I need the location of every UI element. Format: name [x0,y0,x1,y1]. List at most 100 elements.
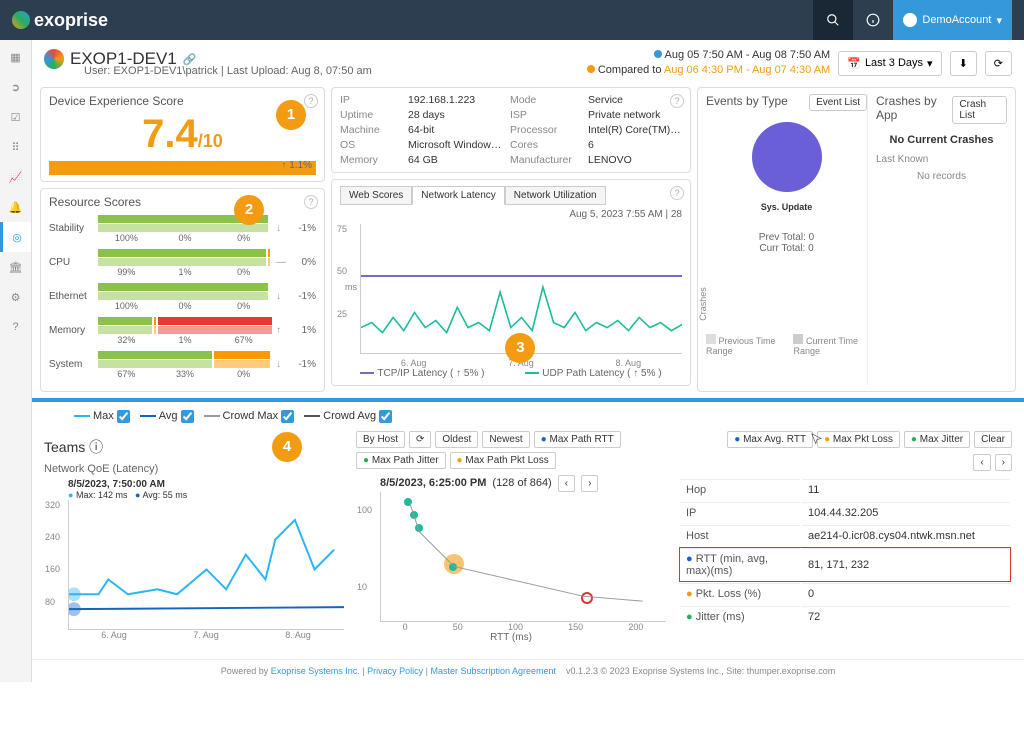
xtick: 6. Aug [101,630,127,640]
filter-avgrtt[interactable]: ● Max Avg. RTT [727,431,813,448]
res-bar [98,326,152,334]
nav-chart[interactable]: 📈 [0,162,31,192]
check-avg[interactable] [181,410,194,423]
nav-apps[interactable]: ⠿ [0,132,31,162]
no-records: No records [876,171,1007,182]
legend-tcp[interactable]: TCP/IP Latency ( ↑ 5% ) [360,368,484,379]
res-val: 32% [98,335,155,345]
filter-jitter2[interactable]: ● Max Jitter [904,431,970,448]
event-list-button[interactable]: Event List [809,94,867,111]
nav-check[interactable]: ☑ [0,102,31,132]
xtick: 0 [403,622,408,632]
events-pie[interactable] [752,122,822,192]
res-bar [98,360,212,368]
filter-rtt[interactable]: ● Max Path RTT [534,431,621,448]
footer-link[interactable]: Exoprise Systems Inc. [271,666,360,676]
bottom-section: Max Avg Crowd Max Crowd Avg Teams ⓘ 4 Ne… [32,398,1024,651]
path-scatter[interactable]: 100 10 [380,492,666,622]
filter-pktloss[interactable]: ● Max Pkt Loss [817,431,900,448]
pie-label: Sys. Update [706,202,867,212]
tcp-line [361,275,682,277]
res-label: Ethernet [49,291,94,302]
info-button[interactable] [853,0,893,40]
filter-loss[interactable]: ● Max Path Pkt Loss [450,452,556,469]
link-icon[interactable]: 🔗 [183,53,197,66]
nav-arrow[interactable]: ➲ [0,72,31,102]
legend-udp[interactable]: UDP Path Latency ( ↑ 5% ) [525,368,661,379]
crash-list-button[interactable]: Crash List [952,96,1007,124]
newest-button[interactable]: Newest [482,431,529,448]
hop-prev[interactable]: ‹ [973,454,990,471]
res-val: 0% [157,233,214,243]
val-loss: 0 [802,583,1010,604]
val-ip: 104.44.32.205 [802,502,1010,523]
label: Host [680,525,800,546]
help-icon[interactable]: ? [304,94,318,108]
hop-detail-table: Hop11 IP104.44.32.205 Hostae214-0.icr08.… [678,477,1012,629]
nav-bell[interactable]: 🔔 [0,192,31,222]
xtick: 8. Aug [616,358,642,368]
nav-gear[interactable]: ⚙ [0,282,31,312]
nav-grid[interactable]: ▦ [0,42,31,72]
curr-total: Curr Total: 0 [706,243,867,254]
res-val: 67% [215,335,272,345]
res-bar [158,317,272,325]
byhost-button[interactable]: By Host [356,431,405,448]
user-menu[interactable]: DemoAccount ▾ [893,0,1012,40]
res-bar [98,317,152,325]
trend-arrow: ↓ [276,291,288,302]
hop-next[interactable]: › [995,454,1012,471]
events-panel: Events by Type Event List Sys. Update Pr… [697,87,1016,392]
res-bar [214,351,270,359]
help-icon[interactable]: ? [304,195,318,209]
check-max[interactable] [117,410,130,423]
qoe-subtitle: Network QoE (Latency) [44,463,344,475]
footer-link[interactable]: Master Subscription Agreement [430,666,556,676]
refresh-path-button[interactable]: ⟳ [409,431,431,448]
primary-range: Aug 05 7:50 AM - Aug 08 7:50 AM [665,49,831,61]
res-bar [154,317,156,325]
prev-button[interactable]: ‹ [558,475,575,492]
resource-panel: 2 ? Resource Scores Stability 100%0%0% ↓… [40,188,325,392]
help-icon[interactable]: ? [670,186,684,200]
qoe-chart[interactable]: 320 240 160 80 [68,500,344,630]
search-button[interactable] [813,0,853,40]
last-known-label: Last Known [876,154,1007,165]
avg-label: Avg: 55 ms [142,490,187,500]
label: Processor [510,124,580,136]
trend-arrow: — [276,257,288,268]
nav-bank[interactable]: 🏛 [0,252,31,282]
latency-chart[interactable]: 75 50 25 ms 3 [360,224,682,354]
qoe-timestamp: 8/5/2023, 7:50:00 AM [68,479,344,490]
nav-target[interactable]: ◎ [0,222,31,252]
tab-web-scores[interactable]: Web Scores [340,186,412,205]
res-val: 0% [215,369,272,379]
filter-jitter[interactable]: ● Max Path Jitter [356,452,446,469]
xtick: 6. Aug [401,358,427,368]
footer-link[interactable]: Privacy Policy [367,666,423,676]
info-panel: ? IP192.168.1.223ModeService Uptime28 da… [331,87,691,173]
nav-help[interactable]: ? [0,312,31,342]
check-max-label: Max [93,410,114,422]
help-icon[interactable]: ? [670,94,684,108]
clear-button[interactable]: Clear [974,431,1012,448]
oldest-button[interactable]: Oldest [435,431,478,448]
val-mode: Service [588,94,682,106]
refresh-button[interactable]: ⟳ [985,51,1012,76]
path-counter: (128 of 864) [492,477,551,489]
val-proc: Intel(R) Core(TM) i7-97 [588,124,682,136]
range-dropdown[interactable]: 📅 Last 3 Days ▾ [838,51,941,76]
network-chart-panel: ? Web Scores Network Latency Network Uti… [331,179,691,386]
check-crowd-avg[interactable] [379,410,392,423]
chart-tabs: Web Scores Network Latency Network Utili… [340,186,682,205]
ylabel: ms [345,282,357,292]
download-button[interactable]: ⬇ [950,51,977,76]
dot-primary [654,50,662,58]
tab-network-latency[interactable]: Network Latency [412,186,504,205]
trend-arrow: ↓ [276,223,288,234]
check-crowd-max[interactable] [281,410,294,423]
tab-network-util[interactable]: Network Utilization [505,186,606,205]
xtick: 8. Aug [285,630,311,640]
next-button[interactable]: › [581,475,598,492]
trend-pct: -1% [292,291,316,302]
